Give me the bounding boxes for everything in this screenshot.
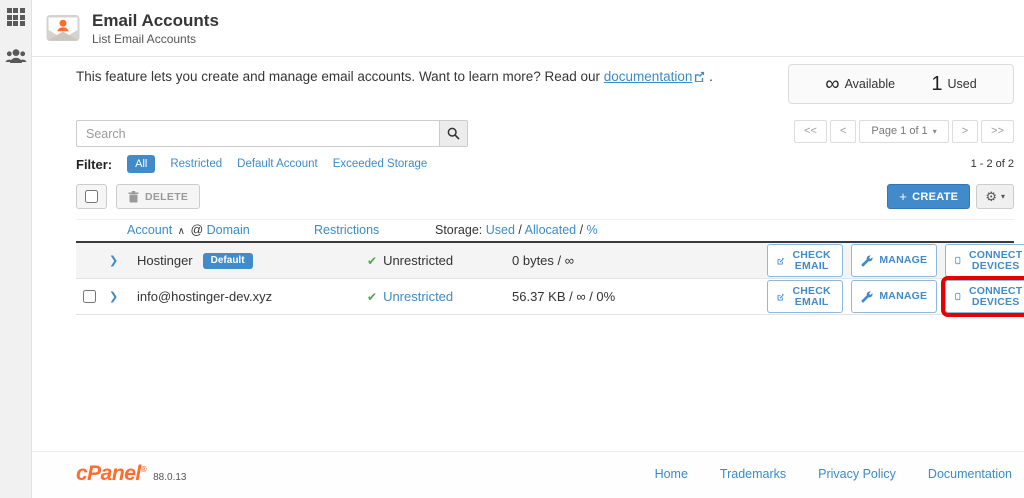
pagination-next-button[interactable]: > (952, 120, 978, 143)
column-header-restrictions: Restrictions (314, 223, 379, 237)
page-subtitle: List Email Accounts (92, 32, 219, 46)
row-checkbox[interactable] (83, 290, 96, 303)
pagination-page-dropdown[interactable]: Page 1 of 1▾ (859, 120, 948, 143)
filter-all[interactable]: All (127, 155, 155, 173)
external-link-icon (694, 71, 705, 82)
smartphone-icon (955, 290, 961, 303)
sort-percent-link[interactable]: % (587, 223, 598, 237)
gear-icon: ⚙ (985, 189, 997, 205)
wrench-icon (861, 255, 873, 267)
storage-value: 0 bytes / ∞ (512, 253, 767, 268)
filter-restricted[interactable]: Restricted (170, 158, 222, 170)
main-panel: Email Accounts List Email Accounts This … (32, 0, 1024, 498)
check-email-button[interactable]: CHECK EMAIL (767, 280, 843, 313)
manage-button[interactable]: MANAGE (851, 244, 937, 277)
sort-domain-link[interactable]: Domain (207, 223, 250, 237)
sort-allocated-link[interactable]: Allocated (525, 223, 576, 237)
email-accounts-icon (46, 13, 80, 43)
search-input[interactable] (76, 120, 439, 147)
page-footer: cPanel® 88.0.13 Home Trademarks Privacy … (32, 451, 1024, 498)
chevron-down-icon: ▾ (933, 128, 937, 136)
smartphone-icon (955, 254, 961, 267)
footer-link-trademarks[interactable]: Trademarks (720, 467, 786, 481)
check-icon: ✔ (367, 290, 377, 304)
table-header-row: Account ∧ @ Domain Restrictions Storage:… (76, 219, 1014, 243)
filter-exceeded-storage[interactable]: Exceeded Storage (333, 158, 428, 170)
pagination-last-button[interactable]: >> (981, 120, 1014, 143)
select-all-checkbox[interactable] (85, 190, 98, 203)
column-header-storage: Storage: Used / Allocated / % (435, 223, 598, 237)
delete-button[interactable]: DELETE (116, 184, 200, 209)
filter-bar: Filter: All Restricted Default Account E… (76, 155, 427, 173)
apps-grid-icon[interactable] (7, 8, 25, 26)
sort-asc-icon: ∧ (178, 226, 185, 237)
filter-default-account[interactable]: Default Account (237, 158, 318, 170)
page-header: Email Accounts List Email Accounts (32, 0, 1024, 57)
app-window: Email Accounts List Email Accounts This … (0, 0, 1024, 498)
table-settings-button[interactable]: ⚙ ▾ (976, 184, 1014, 209)
intro-text: This feature lets you create and manage … (76, 67, 796, 84)
used-label: Used (948, 77, 977, 91)
pagination-prev-button[interactable]: < (830, 120, 856, 143)
footer-link-privacy-policy[interactable]: Privacy Policy (818, 467, 896, 481)
trash-icon (128, 191, 139, 203)
filter-label: Filter: (76, 157, 112, 172)
create-button[interactable]: + CREATE (887, 184, 970, 209)
page-title: Email Accounts (92, 10, 219, 31)
pagination-first-button[interactable]: << (794, 120, 827, 143)
default-badge: Default (203, 253, 253, 269)
storage-value: 56.37 KB / ∞ / 0% (512, 289, 767, 304)
search-group (76, 120, 468, 147)
content-area: This feature lets you create and manage … (32, 57, 1024, 451)
connect-devices-button[interactable]: CONNECT DEVICES (945, 244, 1024, 277)
left-rail (0, 0, 32, 498)
edit-square-icon (777, 291, 784, 303)
pagination-range: 1 - 2 of 2 (971, 158, 1014, 170)
email-accounts-table: Account ∧ @ Domain Restrictions Storage:… (76, 219, 1014, 315)
pagination: << < Page 1 of 1▾ > >> (794, 120, 1014, 143)
check-email-button[interactable]: CHECK EMAIL (767, 244, 843, 277)
available-count: ∞ Available (825, 74, 895, 94)
version-number: 88.0.13 (153, 472, 186, 483)
sort-used-link[interactable]: Used (486, 223, 515, 237)
restriction-status: Unrestricted (383, 253, 453, 268)
sort-restrictions-link[interactable]: Restrictions (314, 223, 379, 237)
search-icon (447, 127, 460, 140)
column-header-account-domain: Account ∧ @ Domain (127, 223, 250, 237)
edit-square-icon (777, 255, 784, 267)
plus-icon: + (899, 189, 907, 204)
restriction-status-link[interactable]: Unrestricted (383, 289, 453, 304)
documentation-link[interactable]: documentation (604, 69, 706, 84)
footer-link-home[interactable]: Home (655, 467, 688, 481)
sort-account-link[interactable]: Account (127, 223, 172, 237)
cpanel-logo: cPanel® (76, 462, 146, 486)
account-name: info@hostinger-dev.xyz (137, 289, 272, 304)
users-icon[interactable] (5, 48, 27, 64)
usage-summary: ∞ Available 1 Used (788, 64, 1014, 104)
table-toolbar: DELETE + CREATE ⚙ ▾ (76, 184, 1014, 209)
used-count: 1 Used (931, 74, 976, 94)
select-all-checkbox-wrap[interactable] (76, 184, 107, 209)
used-value: 1 (931, 74, 942, 94)
at-sign: @ (190, 223, 203, 237)
table-row: ❯ Hostinger Default ✔ Unrestricted 0 byt… (76, 243, 1014, 279)
available-value: ∞ (825, 74, 839, 94)
manage-button[interactable]: MANAGE (851, 280, 937, 313)
available-label: Available (845, 77, 896, 91)
connect-devices-button-highlighted[interactable]: CONNECT DEVICES (945, 280, 1024, 313)
check-icon: ✔ (367, 254, 377, 268)
table-row: ❯ info@hostinger-dev.xyz ✔ Unrestricted … (76, 279, 1014, 315)
footer-link-documentation[interactable]: Documentation (928, 467, 1012, 481)
chevron-down-icon: ▾ (1001, 192, 1005, 201)
account-name: Hostinger (137, 253, 193, 268)
expand-row-icon[interactable]: ❯ (109, 254, 118, 267)
expand-row-icon[interactable]: ❯ (109, 290, 118, 303)
search-button[interactable] (439, 120, 468, 147)
wrench-icon (861, 291, 873, 303)
